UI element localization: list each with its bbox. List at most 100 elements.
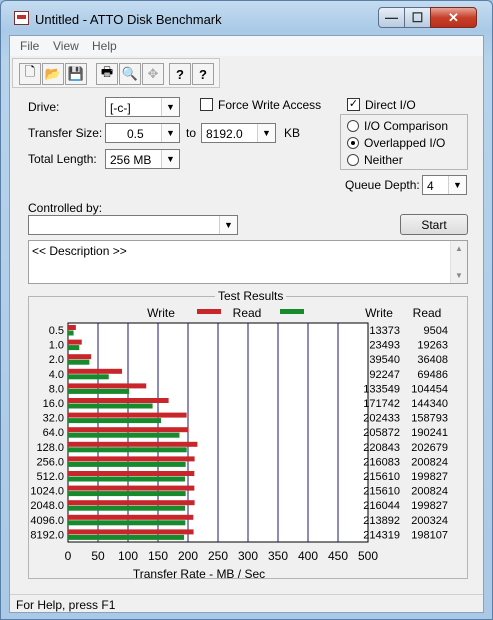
write-value: 214319 [363,529,400,541]
read-value: 200324 [411,515,448,527]
plot-area: 0 50 100 150 200 250 300 350 400 450 500 0.5 13373 95… [30,322,448,563]
queue-depth-label: Queue Depth: [345,178,420,192]
read-value: 199827 [411,500,448,512]
io-comparison-radio[interactable] [347,120,359,132]
neither-radio[interactable] [347,154,359,166]
drive-value: [-c-] [110,101,131,115]
description-text: << Description >> [32,244,127,258]
y-tick-label: 4.0 [49,369,64,381]
description-scrollbar[interactable]: ▲ ▼ [450,241,467,283]
y-tick-label: 32.0 [43,413,64,425]
read-bar [68,374,109,380]
controlled-by-select[interactable]: ▼ [28,215,238,235]
save-button[interactable]: 💾 [65,63,87,85]
menu-file[interactable]: File [20,39,39,53]
y-tick-label: 8192.0 [30,529,64,541]
minimize-button[interactable]: — [378,7,405,28]
total-length-select[interactable]: 256 MB ▼ [105,149,180,169]
drive-select[interactable]: [-c-] ▼ [105,97,180,117]
direct-io-checkbox[interactable]: ✓ [347,98,360,111]
write-bar [68,456,195,462]
chevron-down-icon: ▼ [219,216,237,234]
chevron-down-icon: ▼ [161,98,179,116]
print-button[interactable]: 🖶 [96,63,118,85]
transfer-from-value: 0.5 [127,127,144,141]
menu-help[interactable]: Help [92,39,117,53]
write-bar [68,529,194,535]
read-bar [68,330,74,336]
read-value: 202679 [411,442,448,454]
read-bar [68,388,130,394]
context-help-icon: ? [199,66,207,82]
window-title: Untitled - ATTO Disk Benchmark [35,12,222,27]
close-button[interactable]: ✕ [430,7,477,28]
force-write-checkbox[interactable] [200,98,213,111]
new-button[interactable]: 🗋 [19,63,41,85]
overlapped-io-radio[interactable] [347,137,359,149]
read-value: 199827 [411,471,448,483]
title-bar[interactable]: Untitled - ATTO Disk Benchmark — ☐ ✕ [1,1,492,35]
test-results-title: Test Results [215,289,287,303]
write-bar [68,325,76,330]
y-tick-label: 128.0 [36,442,64,454]
write-value: 215610 [363,471,400,483]
y-tick-label: 2.0 [49,354,64,366]
read-column-header: Read [413,306,442,320]
menu-view[interactable]: View [53,39,79,53]
x-tick-label: 500 [358,549,378,563]
save-icon: 💾 [67,66,85,81]
queue-depth-select[interactable]: 4 ▼ [422,175,467,195]
new-icon: 🗋 [24,64,36,79]
transfer-from-select[interactable]: 0.5 ▼ [105,123,180,143]
neither-label: Neither [364,153,403,167]
start-button[interactable]: Start [400,214,468,235]
read-value: 144340 [411,398,448,410]
x-tick-label: 300 [238,549,258,563]
read-value: 69486 [417,369,448,381]
x-axis-label: Transfer Rate - MB / Sec [133,567,265,581]
read-bar [68,491,186,497]
write-value: 220843 [363,442,400,454]
write-bar [68,383,147,389]
print-preview-button[interactable]: 🔍 [119,63,141,85]
read-bar [68,447,187,453]
description-box[interactable]: << Description >> ▲ ▼ [28,240,468,284]
help-button[interactable]: ? [169,63,191,85]
drive-label: Drive: [28,100,60,114]
status-bar: For Help, press F1 [10,594,483,613]
y-tick-label: 1024.0 [30,486,64,498]
direct-io-label: Direct I/O [365,98,416,112]
write-legend-swatch [197,309,221,314]
write-value: 39540 [369,354,400,366]
transfer-to-select[interactable]: 8192.0 ▼ [201,123,276,143]
y-tick-label: 64.0 [43,427,64,439]
read-bar [68,418,162,424]
write-value: 213892 [363,515,400,527]
chevron-down-icon: ▼ [448,176,466,194]
y-tick-label: 0.5 [49,325,64,337]
read-bar [68,432,180,438]
read-bar [68,345,80,351]
read-bar [68,403,153,409]
write-bar [68,500,195,506]
maximize-button[interactable]: ☐ [404,7,431,28]
x-tick-label: 0 [65,549,72,563]
write-value: 216083 [363,456,400,468]
context-help-button[interactable]: ? [192,63,214,85]
open-button[interactable]: 📂 [42,63,64,85]
write-bar [68,441,198,447]
y-tick-label: 256.0 [36,456,64,468]
move-button[interactable]: ✥ [142,63,164,85]
write-bar [68,427,189,433]
force-write-label: Force Write Access [218,98,322,112]
chevron-down-icon: ▼ [257,124,275,142]
app-window: Untitled - ATTO Disk Benchmark — ☐ ✕ Fil… [0,0,493,620]
app-icon[interactable] [14,11,29,25]
read-bar [68,520,186,526]
write-value: 205872 [363,427,400,439]
x-tick-label: 50 [91,549,105,563]
read-legend-swatch [280,309,304,314]
print-icon: 🖶 [100,64,114,79]
read-value: 198107 [411,529,448,541]
read-value: 200824 [411,456,448,468]
